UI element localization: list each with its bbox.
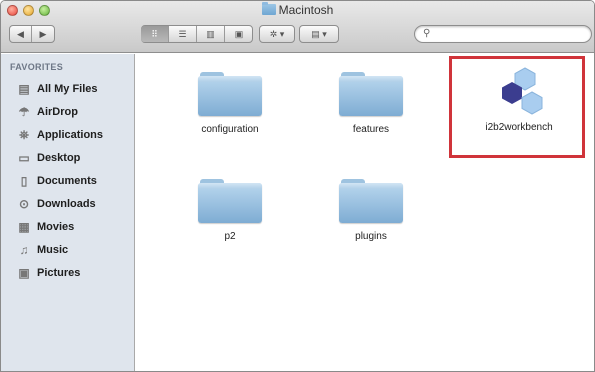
sidebar-item-movies[interactable]: ▦ Movies [16, 218, 74, 236]
gear-icon: ✲ ▾ [269, 28, 285, 39]
item-label: features [352, 124, 390, 135]
column-view-icon: ▥ [206, 28, 215, 39]
chevron-right-icon: ▶ [39, 28, 47, 39]
sidebar-item-label: Desktop [37, 152, 81, 164]
folder-icon [261, 2, 276, 15]
sidebar-item-label: Movies [37, 221, 75, 233]
chevron-left-icon: ◀ [17, 28, 24, 39]
sidebar-item-label: Documents [37, 175, 97, 187]
search-icon: ⚲ [423, 28, 431, 39]
sidebar-item-documents[interactable]: ▯ Documents [16, 172, 97, 190]
folder-icon [339, 179, 403, 223]
view-mode-buttons: ⠿ ☰ ▥ ▣ [141, 25, 253, 43]
item-label: configuration [201, 124, 259, 135]
sidebar-item-downloads[interactable]: ⊙ Downloads [16, 195, 96, 213]
sidebar-item-desktop[interactable]: ▭ Desktop [16, 149, 80, 167]
sidebar-heading: FAVORITES [10, 62, 64, 72]
item-label: plugins [355, 231, 387, 242]
folder-item-p2[interactable]: p2 [178, 179, 282, 242]
highlight-annotation [449, 56, 585, 158]
pictures-icon: ▣ [18, 266, 30, 280]
icon-view-icon: ⠿ [151, 28, 158, 39]
toolbar: Macintosh ◀ ▶ ⠿ ☰ ▥ ▣ ✲ ▾ ▤ ▾ ⚲ [1, 1, 594, 53]
sidebar-item-label: All My Files [37, 83, 98, 95]
coverflow-icon: ▣ [234, 28, 244, 39]
sidebar-item-all-my-files[interactable]: ▤ All My Files [16, 80, 98, 98]
coverflow-view-button[interactable]: ▣ [225, 26, 253, 42]
item-label: p2 [224, 231, 236, 242]
downloads-icon: ⊙ [18, 197, 30, 211]
sidebar-item-music[interactable]: ♫ Music [16, 241, 69, 259]
arrange-icon: ▤ ▾ [311, 28, 327, 39]
window-title-text: Macintosh [278, 3, 334, 17]
action-button[interactable]: ✲ ▾ [259, 25, 295, 43]
documents-icon: ▯ [20, 174, 28, 188]
list-view-icon: ☰ [178, 28, 187, 39]
column-view-button[interactable]: ▥ [197, 26, 225, 42]
sidebar-item-label: Downloads [37, 198, 96, 210]
forward-button[interactable]: ▶ [32, 26, 54, 42]
music-icon: ♫ [19, 243, 29, 257]
applications-icon: ⛯ [19, 127, 29, 142]
window-title: Macintosh [1, 2, 594, 17]
sidebar-item-airdrop[interactable]: ☂ AirDrop [16, 103, 78, 121]
arrange-button[interactable]: ▤ ▾ [299, 25, 339, 43]
folder-item-configuration[interactable]: configuration [178, 72, 282, 135]
airdrop-icon: ☂ [18, 105, 30, 119]
all-files-icon: ▤ [18, 82, 30, 96]
search-field[interactable]: ⚲ [414, 25, 592, 43]
sidebar-item-label: Music [37, 244, 69, 256]
list-view-button[interactable]: ☰ [169, 26, 197, 42]
folder-item-plugins[interactable]: plugins [319, 179, 423, 242]
sidebar-item-label: Applications [37, 129, 104, 141]
folder-icon [339, 72, 403, 116]
folder-icon [198, 179, 262, 223]
folder-icon [198, 72, 262, 116]
movies-icon: ▦ [18, 220, 30, 234]
back-forward-buttons: ◀ ▶ [9, 25, 55, 43]
icon-view-button[interactable]: ⠿ [141, 26, 169, 42]
finder-window: Macintosh ◀ ▶ ⠿ ☰ ▥ ▣ ✲ ▾ ▤ ▾ ⚲ FAVORITE… [0, 0, 595, 372]
sidebar: FAVORITES ▤ All My Files ☂ AirDrop ⛯ App… [1, 54, 135, 371]
sidebar-item-label: Pictures [37, 267, 81, 279]
back-button[interactable]: ◀ [10, 26, 32, 42]
sidebar-item-pictures[interactable]: ▣ Pictures [16, 264, 80, 282]
sidebar-item-applications[interactable]: ⛯ Applications [16, 126, 103, 144]
sidebar-item-label: AirDrop [37, 106, 78, 118]
folder-item-features[interactable]: features [319, 72, 423, 135]
desktop-icon: ▭ [18, 151, 30, 165]
